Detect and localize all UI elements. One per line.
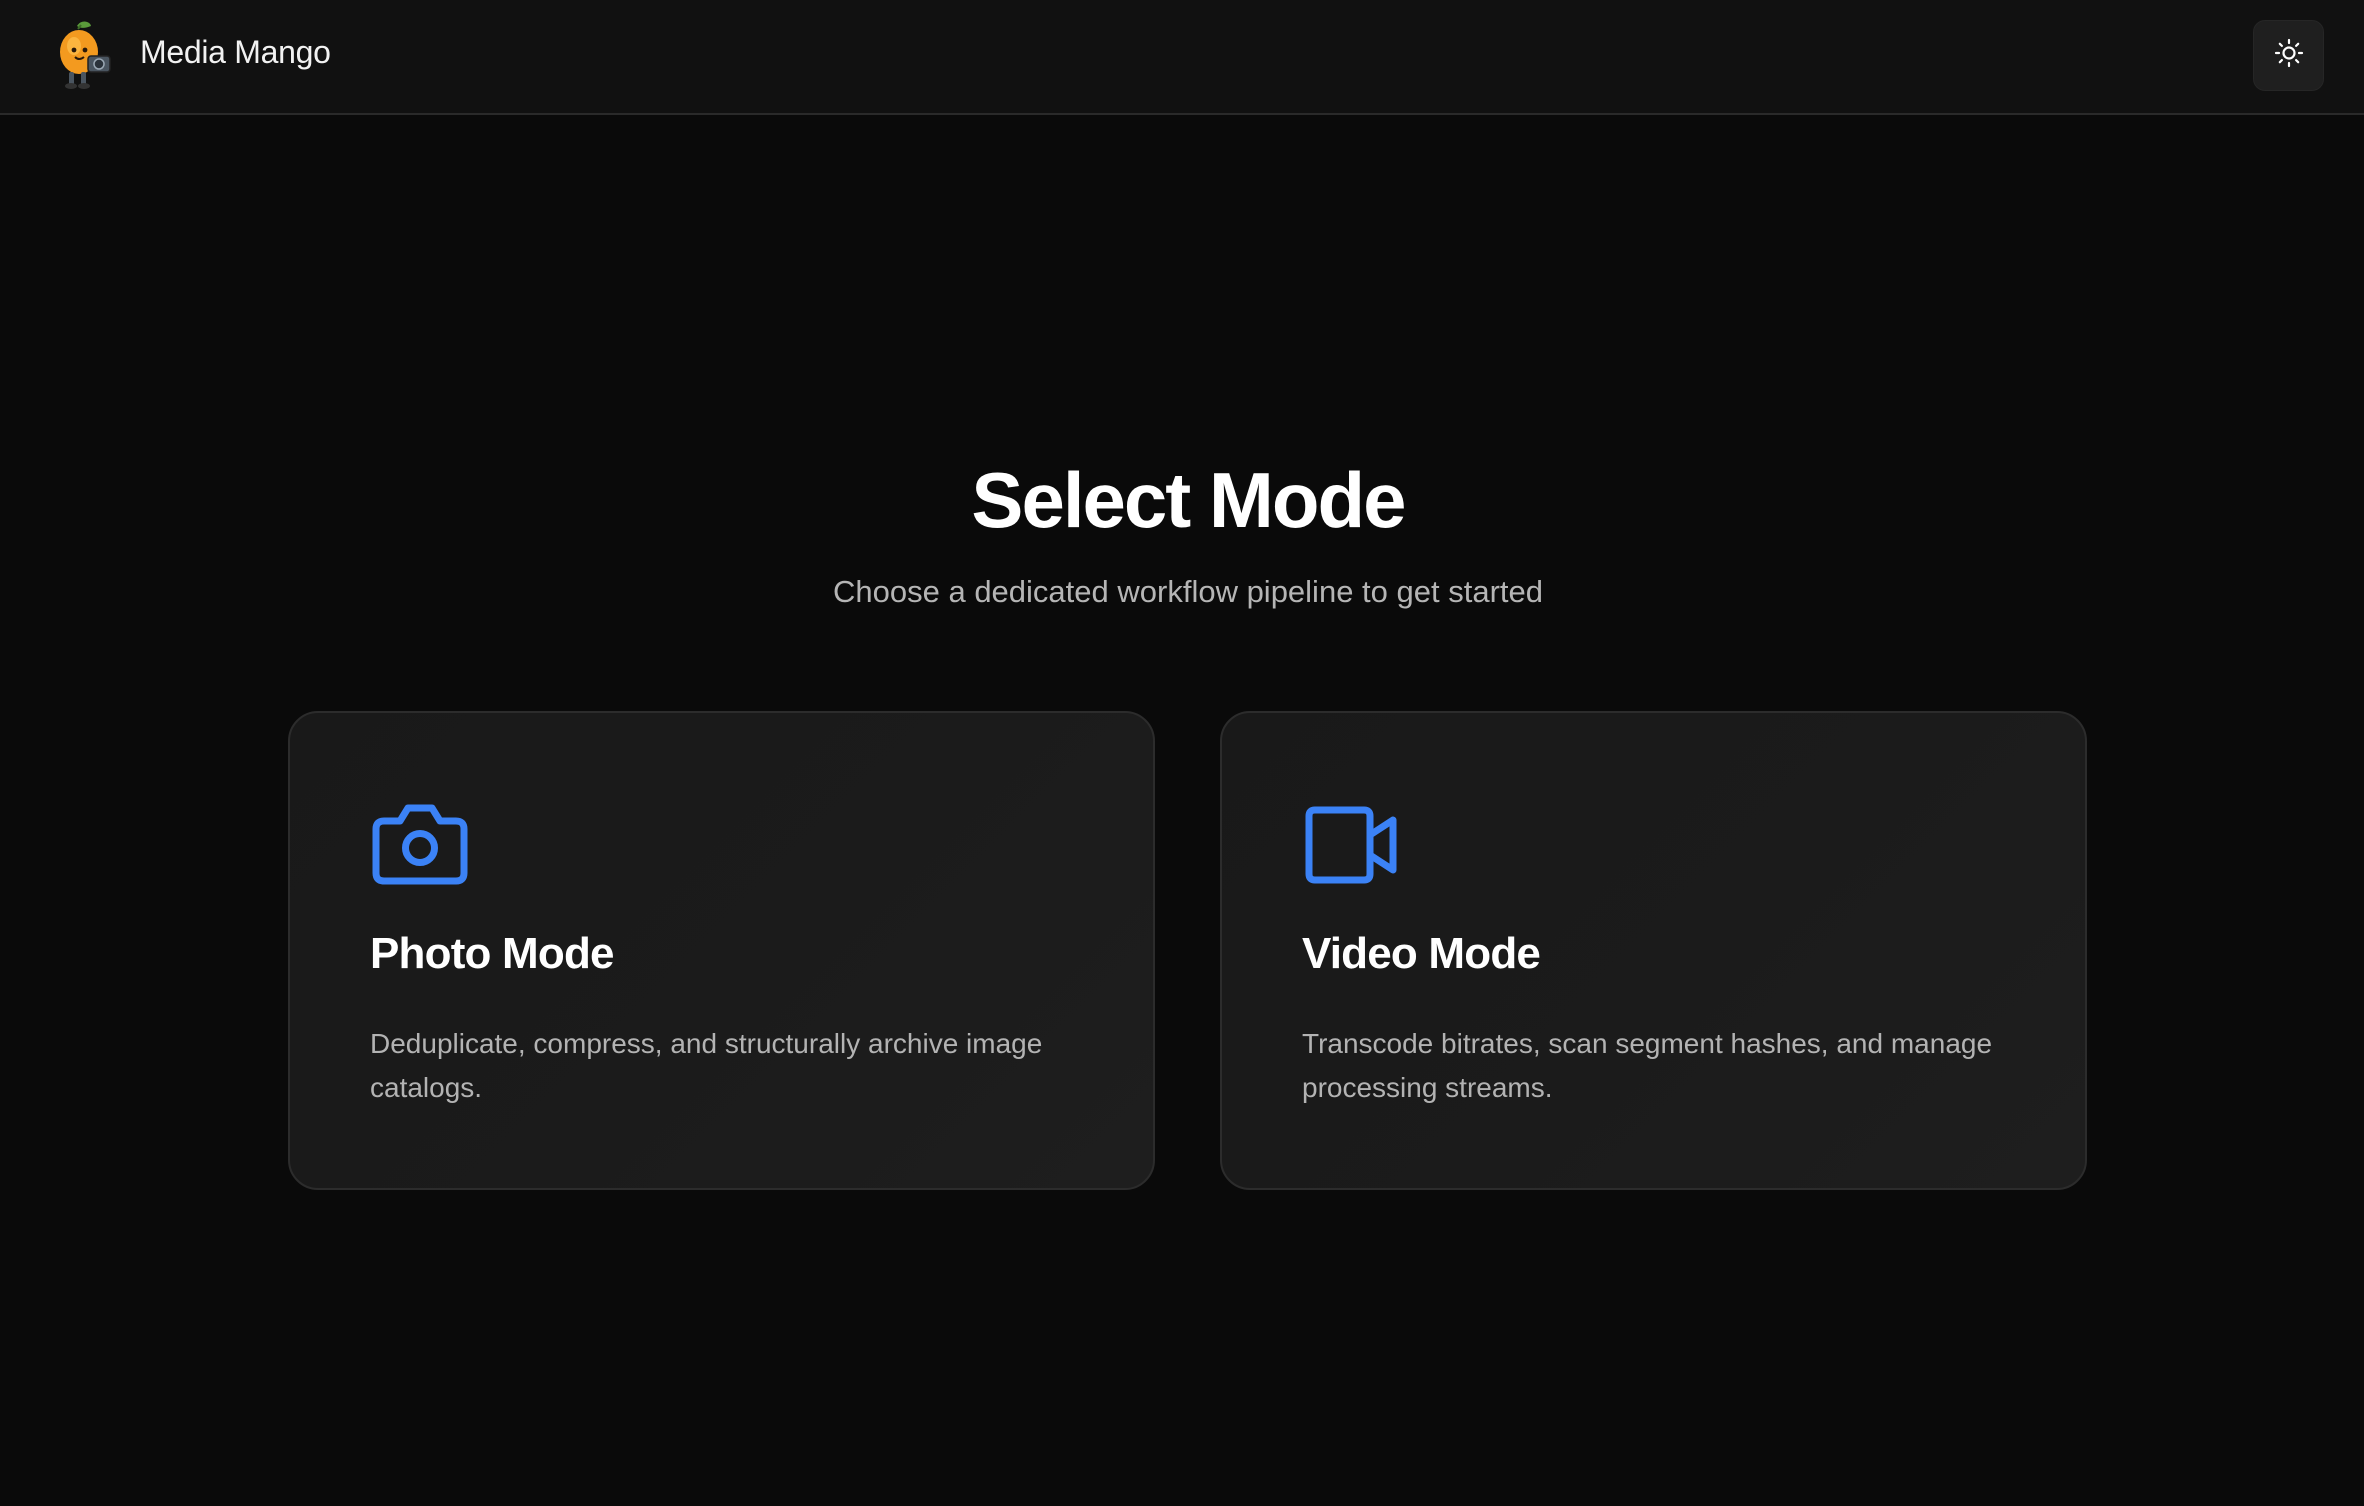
- top-bar: Media Mango: [0, 0, 2364, 115]
- app-title: Media Mango: [140, 34, 331, 70]
- photo-mode-card[interactable]: Photo Mode Deduplicate, compress, and st…: [288, 711, 1155, 1190]
- video-camera-icon: [1302, 801, 1402, 889]
- mango-mascot-icon[interactable]: [50, 20, 116, 90]
- video-mode-card[interactable]: Video Mode Transcode bitrates, scan segm…: [1220, 711, 2087, 1190]
- video-mode-title: Video Mode: [1302, 929, 1541, 978]
- video-mode-description: Transcode bitrates, scan segment hashes,…: [1302, 1028, 1993, 1103]
- sun-icon: [2273, 37, 2305, 74]
- photo-mode-title: Photo Mode: [370, 929, 615, 978]
- page-title: Select Mode: [971, 456, 1406, 544]
- photo-mode-description: Deduplicate, compress, and structurally …: [370, 1028, 1043, 1103]
- camera-icon: [370, 801, 470, 889]
- page-subtitle: Choose a dedicated workflow pipeline to …: [833, 574, 1543, 609]
- theme-toggle-button[interactable]: [2253, 20, 2324, 91]
